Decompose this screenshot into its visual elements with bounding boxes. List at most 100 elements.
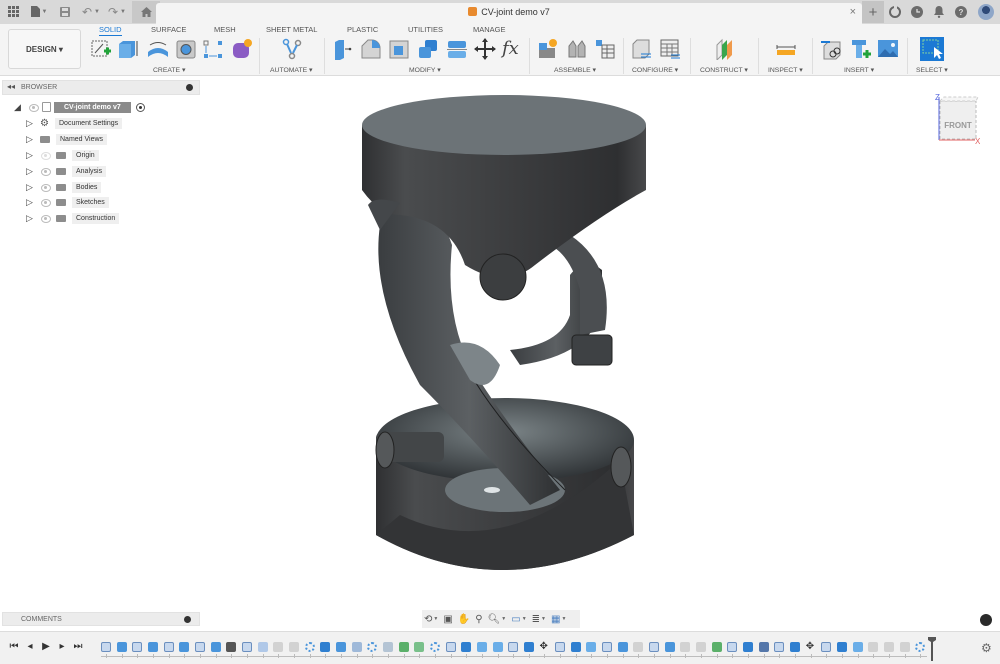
redo-button[interactable]: ↷ ▼: [104, 1, 130, 23]
help-button[interactable]: ?: [950, 1, 972, 23]
tab-solid[interactable]: SOLID: [99, 25, 122, 36]
offset-plane-button[interactable]: [714, 38, 736, 62]
timeline-step-chamfer[interactable]: [382, 642, 393, 652]
form-button[interactable]: [231, 38, 253, 60]
viewcube-face[interactable]: [939, 100, 977, 140]
timeline-step-extrude[interactable]: [116, 642, 127, 652]
configure-design-button[interactable]: [631, 38, 653, 60]
zoom-window-button[interactable]: 🔍︎ ▼: [488, 612, 507, 626]
timeline-step-split[interactable]: [210, 642, 221, 652]
browser-root-node[interactable]: ◢ CV-joint demo v7: [14, 100, 145, 114]
browser-item-named-views[interactable]: ▷ Named Views: [26, 132, 108, 146]
apps-grid-button[interactable]: [0, 1, 26, 23]
tab-manage[interactable]: MANAGE: [473, 25, 506, 34]
construct-menu[interactable]: CONSTRUCT ▾: [700, 66, 748, 74]
timeline-step-sketch[interactable]: [602, 642, 613, 652]
select-button[interactable]: [920, 37, 944, 61]
cv-joint-3d-model[interactable]: [340, 95, 660, 600]
timeline-step-move[interactable]: ✥: [806, 642, 816, 652]
expand-triangle-icon[interactable]: ▷: [26, 166, 34, 177]
hole-button[interactable]: [175, 38, 197, 60]
measure-button[interactable]: [775, 38, 797, 60]
timeline-step-combine[interactable]: [320, 642, 331, 652]
timeline-step-fillet[interactable]: [680, 642, 691, 652]
timeline-step-offset[interactable]: [414, 642, 425, 652]
tab-mesh[interactable]: MESH: [214, 25, 236, 34]
timeline-step-sketch[interactable]: [194, 642, 205, 652]
expand-triangle-icon[interactable]: ▷: [26, 213, 34, 224]
press-pull-button[interactable]: [332, 38, 354, 60]
timeline-step-body[interactable]: [461, 642, 472, 652]
timeline-step-extrude[interactable]: [617, 642, 628, 652]
browser-item-document-settings[interactable]: ▷ ⚙ Document Settings: [26, 116, 123, 130]
visibility-eye-icon[interactable]: [40, 167, 51, 176]
step-forward-button[interactable]: ▸: [54, 641, 70, 652]
timeline-step-shell[interactable]: [492, 642, 503, 652]
tab-utilities[interactable]: UTILITIES: [408, 25, 443, 34]
timeline-step-pattern[interactable]: [915, 642, 926, 652]
extrude-button[interactable]: [117, 38, 139, 60]
timeline-step-body[interactable]: [743, 642, 754, 652]
timeline-marker[interactable]: [928, 637, 936, 661]
timeline-step-extrude[interactable]: [179, 642, 190, 652]
go-to-end-button[interactable]: ⏭: [70, 641, 86, 652]
viewcube[interactable]: Z X FRONT: [934, 93, 981, 149]
pattern-button[interactable]: [202, 38, 224, 60]
automate-button[interactable]: [281, 38, 303, 60]
tab-surface[interactable]: SURFACE: [151, 25, 186, 34]
orbit-button[interactable]: ⟲ ▼: [424, 612, 438, 626]
joint-button[interactable]: [566, 38, 588, 60]
visibility-hidden-eye-icon[interactable]: [40, 151, 51, 160]
timeline-step-plane[interactable]: [257, 642, 268, 652]
timeline-step-fillet[interactable]: [696, 642, 707, 652]
timeline-step-sketch[interactable]: [774, 642, 785, 652]
timeline-step-box[interactable]: [351, 642, 362, 652]
tab-sheet-metal[interactable]: SHEET METAL: [266, 25, 317, 34]
timeline-step-sketch[interactable]: [821, 642, 832, 652]
automate-menu[interactable]: AUTOMATE ▾: [270, 66, 312, 74]
timeline-step-body[interactable]: [523, 642, 534, 652]
move-copy-button[interactable]: [474, 38, 496, 60]
timeline-step-sketch[interactable]: [555, 642, 566, 652]
timeline-step-move[interactable]: ✥: [539, 642, 549, 652]
timeline-step-sketch[interactable]: [163, 642, 174, 652]
expand-triangle-icon[interactable]: ▷: [26, 150, 34, 161]
select-menu[interactable]: SELECT ▾: [916, 66, 948, 74]
timeline-step-shell[interactable]: [586, 642, 597, 652]
new-tab-button[interactable]: +: [862, 1, 884, 23]
browser-item-construction[interactable]: ▷ Construction: [26, 211, 120, 225]
timeline-step-sketch[interactable]: [101, 642, 111, 652]
combine-button[interactable]: [417, 38, 439, 60]
document-tab[interactable]: CV-joint demo v7 ×: [156, 3, 862, 24]
inspect-menu[interactable]: INSPECT ▾: [768, 66, 803, 74]
insert-canvas-button[interactable]: [877, 38, 899, 60]
timeline-step-construct[interactable]: [711, 642, 722, 652]
timeline-step-construct[interactable]: [398, 642, 409, 652]
insert-derive-button[interactable]: [821, 38, 843, 60]
timeline-step-sketch[interactable]: [649, 642, 660, 652]
pan-button[interactable]: ✋: [458, 612, 470, 626]
timeline-step-pattern[interactable]: [429, 642, 440, 652]
split-body-button[interactable]: [446, 38, 468, 60]
create-menu[interactable]: CREATE ▾: [153, 66, 185, 74]
timeline-track[interactable]: ✥ ✥: [97, 640, 927, 660]
visibility-eye-icon[interactable]: [40, 198, 51, 207]
bill-of-materials-button[interactable]: [594, 38, 616, 60]
timeline-step-body[interactable]: [790, 642, 801, 652]
revolve-button[interactable]: [146, 38, 168, 60]
timeline-step-sketch[interactable]: [132, 642, 143, 652]
timeline-step-draft[interactable]: [758, 642, 769, 652]
close-tab-button[interactable]: ×: [850, 6, 856, 18]
expand-triangle-icon[interactable]: ▷: [26, 134, 34, 145]
browser-item-bodies[interactable]: ▷ Bodies: [26, 180, 102, 194]
visibility-eye-icon[interactable]: [40, 214, 51, 223]
go-to-start-button[interactable]: ⏮: [6, 641, 22, 652]
change-parameters-button[interactable]: fx: [502, 38, 524, 60]
display-settings-button[interactable]: ▭ ▼: [511, 612, 526, 626]
timeline-step-extrude[interactable]: [664, 642, 675, 652]
insert-mcmaster-button[interactable]: [850, 38, 872, 60]
collapse-panel-icon[interactable]: ◂◂: [7, 82, 15, 91]
browser-item-origin[interactable]: ▷ Origin: [26, 148, 99, 162]
new-component-button[interactable]: [537, 38, 559, 60]
create-sketch-button[interactable]: [90, 38, 112, 60]
